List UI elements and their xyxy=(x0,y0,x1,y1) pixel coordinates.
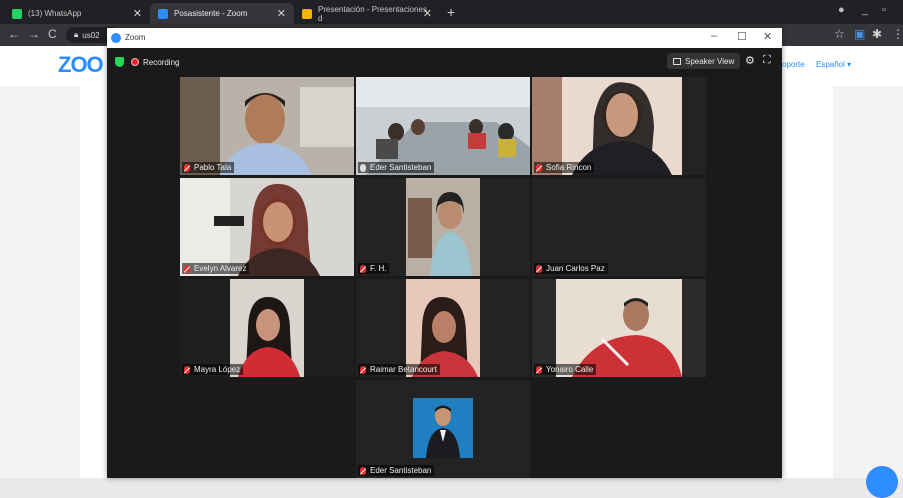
window-title: Zoom xyxy=(125,33,146,42)
participant-name: Yonairo Calle xyxy=(546,365,594,374)
settings-gear-icon[interactable]: ⚙ xyxy=(745,54,755,67)
video-tile[interactable]: F. H. xyxy=(356,178,530,276)
participant-name: Raimar Betancourt xyxy=(370,365,437,374)
participant-video xyxy=(532,77,706,175)
minimize-button[interactable]: – xyxy=(711,30,717,42)
maximize-button[interactable]: ☐ xyxy=(737,30,747,43)
close-tab-icon[interactable]: ✕ xyxy=(423,7,432,20)
lock-icon: 🔒︎ xyxy=(74,30,79,39)
participant-name: Eder Santisteban xyxy=(370,466,432,475)
tab-whatsapp[interactable]: (13) WhatsApp ✕ xyxy=(4,3,150,24)
zoom-favicon-icon xyxy=(158,8,168,19)
speaker-view-button[interactable]: Speaker View xyxy=(667,53,741,69)
mic-muted-icon xyxy=(184,264,190,273)
participant-video xyxy=(356,178,530,276)
participant-video xyxy=(532,279,706,377)
mic-muted-icon xyxy=(360,264,366,273)
mic-muted-icon xyxy=(184,365,190,374)
forward-button[interactable]: → xyxy=(28,27,40,41)
reload-button[interactable]: C xyxy=(48,27,57,41)
participant-name: F. H. xyxy=(370,264,387,273)
participant-video xyxy=(356,279,530,377)
video-tile[interactable]: Eder Santisteban xyxy=(356,77,530,175)
profile-icon[interactable]: ● xyxy=(838,4,845,16)
tab-presentacion[interactable]: Presentación - Presentaciones d ✕ xyxy=(294,3,440,24)
participant-name-tag: Mayra López xyxy=(182,364,244,375)
support-link[interactable]: oporte xyxy=(782,60,805,69)
video-tile[interactable]: Sofia Rincon xyxy=(532,77,706,175)
extensions-puzzle-icon[interactable]: ✱ xyxy=(872,27,882,41)
participant-video xyxy=(356,77,530,175)
speaker-view-label: Speaker View xyxy=(685,56,735,66)
video-tile[interactable]: Raimar Betancourt xyxy=(356,279,530,377)
mic-on-icon xyxy=(360,163,366,172)
browser-tab-strip: (13) WhatsApp ✕ Posasistente - Zoom ✕ Pr… xyxy=(0,0,903,24)
extension-icon[interactable]: ▣ xyxy=(854,27,865,41)
zoom-meeting-window: Zoom – ☐ ✕ Recording Speaker View ⚙ ⛶ Pa… xyxy=(107,28,782,478)
zoom-app-icon xyxy=(111,33,121,43)
video-tile[interactable]: Eder Santisteban xyxy=(356,380,530,478)
participant-name-tag: Eder Santisteban xyxy=(358,465,435,476)
page-margin-left xyxy=(0,86,80,478)
participant-video xyxy=(180,178,354,276)
participant-name: Pablo Tala xyxy=(194,163,232,172)
participant-name-tag: F. H. xyxy=(358,263,390,274)
participant-video xyxy=(356,380,530,478)
recording-icon xyxy=(131,58,139,66)
tab-label: Posasistente - Zoom xyxy=(174,9,248,18)
mic-muted-icon xyxy=(184,163,190,172)
url-text: us02 xyxy=(82,30,100,40)
video-tile[interactable]: Mayra López xyxy=(180,279,354,377)
security-shield-icon[interactable] xyxy=(115,57,124,67)
menu-icon[interactable]: ⋮ xyxy=(892,27,903,41)
participant-name-tag: Evelyn Alvarez xyxy=(182,263,250,274)
mic-muted-icon xyxy=(536,264,542,273)
participant-video xyxy=(180,77,354,175)
help-chat-button[interactable] xyxy=(866,466,898,498)
fullscreen-icon[interactable]: ⛶ xyxy=(763,54,771,67)
participant-name-tag: Raimar Betancourt xyxy=(358,364,440,375)
participant-name: Eder Santisteban xyxy=(370,163,432,172)
slides-icon xyxy=(302,8,312,19)
close-tab-icon[interactable]: ✕ xyxy=(133,7,142,20)
participant-name: Juan Carlos Paz xyxy=(546,264,605,273)
back-button[interactable]: ← xyxy=(8,27,20,41)
participant-name: Mayra López xyxy=(194,365,241,374)
video-tile[interactable]: Yonairo Calle xyxy=(532,279,706,377)
meeting-top-bar: Recording Speaker View ⚙ ⛶ xyxy=(107,48,782,76)
video-tile[interactable]: Evelyn Alvarez xyxy=(180,178,354,276)
participant-name-tag: Pablo Tala xyxy=(182,162,235,173)
zoom-titlebar: Zoom – ☐ ✕ xyxy=(107,28,782,48)
view-icon xyxy=(673,57,681,65)
recording-label: Recording xyxy=(143,58,180,67)
minimize-icon[interactable]: _ xyxy=(862,4,868,16)
mic-muted-icon xyxy=(360,466,366,475)
tab-label: Presentación - Presentaciones d xyxy=(318,4,427,23)
close-tab-icon[interactable]: ✕ xyxy=(277,7,286,20)
video-tile[interactable]: Pablo Tala xyxy=(180,77,354,175)
whatsapp-icon xyxy=(12,8,22,19)
tab-label: (13) WhatsApp xyxy=(28,9,82,18)
mic-muted-icon xyxy=(536,365,542,374)
restore-icon[interactable]: ▫ xyxy=(882,4,886,16)
participant-name-tag: Sofia Rincon xyxy=(534,162,595,173)
participant-name: Evelyn Alvarez xyxy=(194,264,247,273)
mic-muted-icon xyxy=(360,365,366,374)
tab-zoom[interactable]: Posasistente - Zoom ✕ xyxy=(150,3,294,24)
participant-name-tag: Eder Santisteban xyxy=(358,162,435,173)
new-tab-button[interactable]: + xyxy=(447,4,455,20)
video-tile[interactable]: Juan Carlos Paz xyxy=(532,178,706,276)
participant-video xyxy=(180,279,354,377)
zoom-logo: ZOO xyxy=(58,52,104,77)
page-margin-right xyxy=(833,86,903,478)
bookmark-star-icon[interactable]: ☆ xyxy=(834,27,845,41)
participant-name-tag: Yonairo Calle xyxy=(534,364,597,375)
language-select[interactable]: Español ▾ xyxy=(816,60,851,69)
close-button[interactable]: ✕ xyxy=(763,30,772,43)
participant-name: Sofia Rincon xyxy=(546,163,592,172)
mic-muted-icon xyxy=(536,163,542,172)
participant-name-tag: Juan Carlos Paz xyxy=(534,263,608,274)
